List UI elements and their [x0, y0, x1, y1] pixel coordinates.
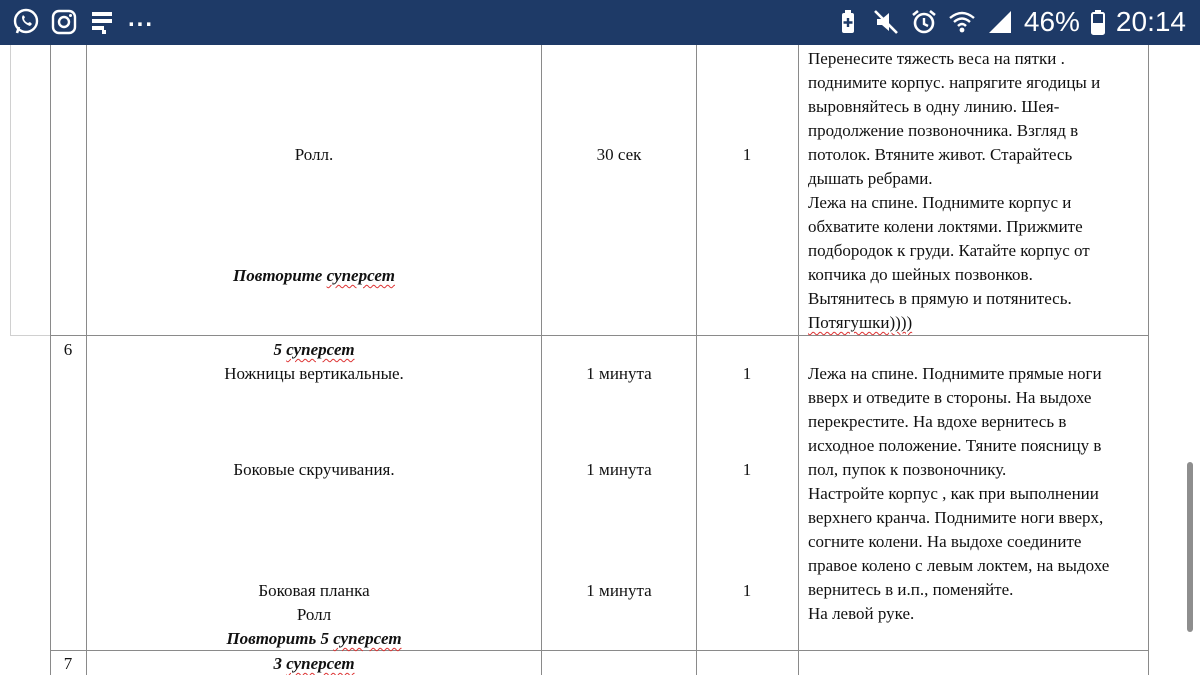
battery-saver-icon	[841, 10, 854, 33]
exercise-name: Боковые скручивания.	[233, 460, 395, 479]
exercise-name: Ножницы вертикальные.	[224, 364, 404, 383]
clock: 20:14	[1115, 6, 1186, 37]
wifi-icon	[949, 11, 975, 33]
exercise-time: 1 минута	[586, 581, 652, 600]
table-border-left	[50, 45, 51, 675]
repeat-superset-label: Повторить 5 суперсет	[226, 629, 402, 648]
scrollbar-thumb[interactable]	[1187, 462, 1193, 632]
overflow-indicator: ...	[128, 5, 155, 32]
exercise-time: 1 минута	[586, 460, 652, 479]
exercise-sets: 1	[742, 364, 752, 383]
exercise-sets: 1	[742, 460, 752, 479]
exercise-description: Лежа на спине. Поднимите прямые ноги вве…	[808, 364, 1110, 623]
margin-guide-horizontal	[10, 335, 50, 336]
instagram-icon	[51, 9, 77, 35]
exercise-name: Боковая планка	[258, 581, 370, 600]
whatsapp-icon	[13, 8, 39, 34]
exercise-time: 30 сек	[596, 145, 642, 164]
table-column-divider	[798, 45, 799, 675]
margin-guide-vertical	[10, 45, 11, 335]
signal-icon	[988, 11, 1011, 33]
table-column-divider	[696, 45, 697, 675]
status-bar: ... 46% 20:14	[0, 0, 1200, 45]
row-number: 7	[63, 654, 73, 673]
status-bar-left: ...	[12, 5, 155, 36]
table-column-divider	[86, 45, 87, 675]
exercise-name: Ролл.	[294, 145, 334, 164]
exercise-name: Ролл	[296, 605, 332, 624]
exercise-time: 1 минута	[586, 364, 652, 383]
exercise-description: Перенесите тяжесть веса на пятки . подни…	[808, 49, 1101, 332]
battery-percent: 46%	[1023, 6, 1080, 37]
superset-heading: 5 суперсет	[273, 340, 355, 359]
alarm-icon	[912, 9, 936, 34]
notes-icon	[92, 12, 112, 34]
table-row-divider	[50, 335, 1149, 336]
mute-icon	[873, 10, 898, 34]
table-row-divider	[50, 650, 1149, 651]
battery-icon	[1090, 10, 1105, 35]
table-column-divider	[541, 45, 542, 675]
status-bar-right: 46% 20:14	[834, 6, 1186, 38]
row-number: 6	[63, 340, 73, 359]
repeat-superset-label: Повторите суперсет	[233, 266, 395, 285]
exercise-sets: 1	[742, 145, 752, 164]
exercise-sets: 1	[742, 581, 752, 600]
superset-heading: 3 суперсет	[273, 654, 355, 673]
table-border-right	[1148, 45, 1149, 675]
document-view[interactable]: Ролл. Повторите суперсет 30 сек 1 Перене…	[0, 45, 1200, 675]
